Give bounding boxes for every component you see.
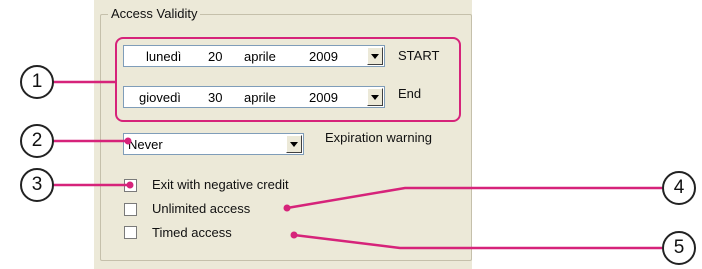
callout-4-dot	[283, 204, 291, 212]
callout-5-dot	[290, 231, 298, 239]
callout-5-leader	[293, 233, 662, 250]
callout-leaders	[53, 80, 662, 250]
callout-1: 1	[20, 65, 54, 99]
callout-3: 3	[20, 168, 54, 202]
callout-2-dot	[124, 137, 132, 145]
callout-2: 2	[20, 124, 54, 158]
callout-4: 4	[662, 171, 696, 205]
callout-3-dot	[126, 181, 134, 189]
callout-5: 5	[662, 231, 696, 265]
callout-4-leader	[286, 186, 662, 210]
